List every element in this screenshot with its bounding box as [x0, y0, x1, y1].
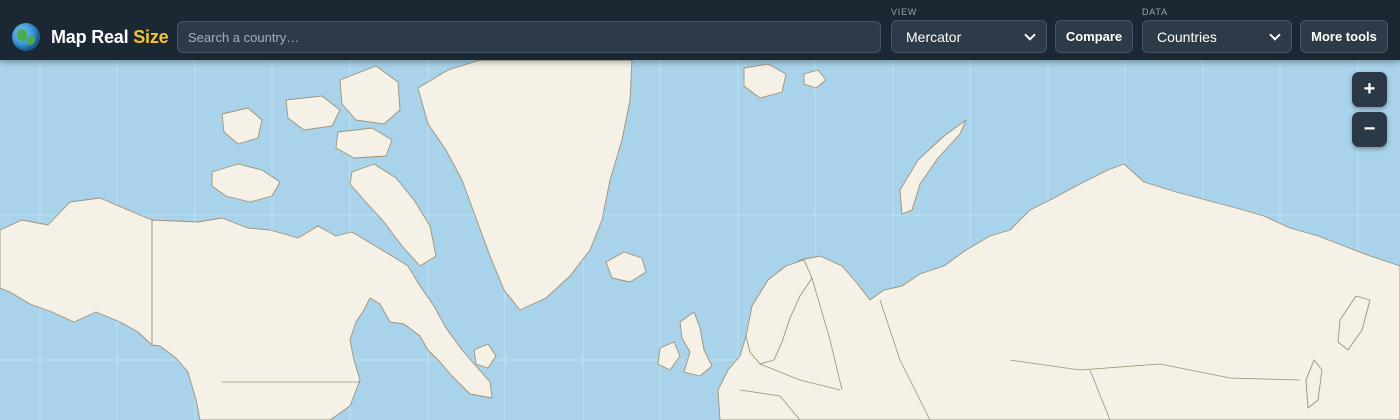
app-title-main: Map Real: [51, 26, 134, 47]
zoom-in-button[interactable]: +: [1352, 72, 1387, 107]
data-layer-select[interactable]: Countries: [1142, 20, 1292, 53]
data-layer-value: Countries: [1157, 28, 1217, 45]
map-canvas[interactable]: [0, 60, 1400, 420]
app-brand[interactable]: Map Real Size: [12, 22, 169, 52]
top-toolbar: Map Real Size VIEW Mercator Compare DATA…: [0, 0, 1400, 60]
app-title-accent: Size: [133, 26, 169, 47]
more-tools-button[interactable]: More tools: [1300, 20, 1388, 53]
view-projection-value: Mercator: [906, 28, 962, 45]
globe-icon: [12, 23, 40, 51]
chevron-down-icon: [1269, 28, 1281, 41]
app-title: Map Real Size: [51, 26, 169, 48]
zoom-out-button[interactable]: −: [1352, 112, 1387, 147]
view-projection-select[interactable]: Mercator: [891, 20, 1047, 53]
data-label: DATA: [1142, 7, 1168, 17]
compare-button[interactable]: Compare: [1055, 20, 1133, 53]
view-label: VIEW: [891, 7, 918, 17]
chevron-down-icon: [1024, 28, 1036, 41]
world-map[interactable]: [0, 60, 1400, 420]
country-search-input[interactable]: [177, 21, 881, 53]
